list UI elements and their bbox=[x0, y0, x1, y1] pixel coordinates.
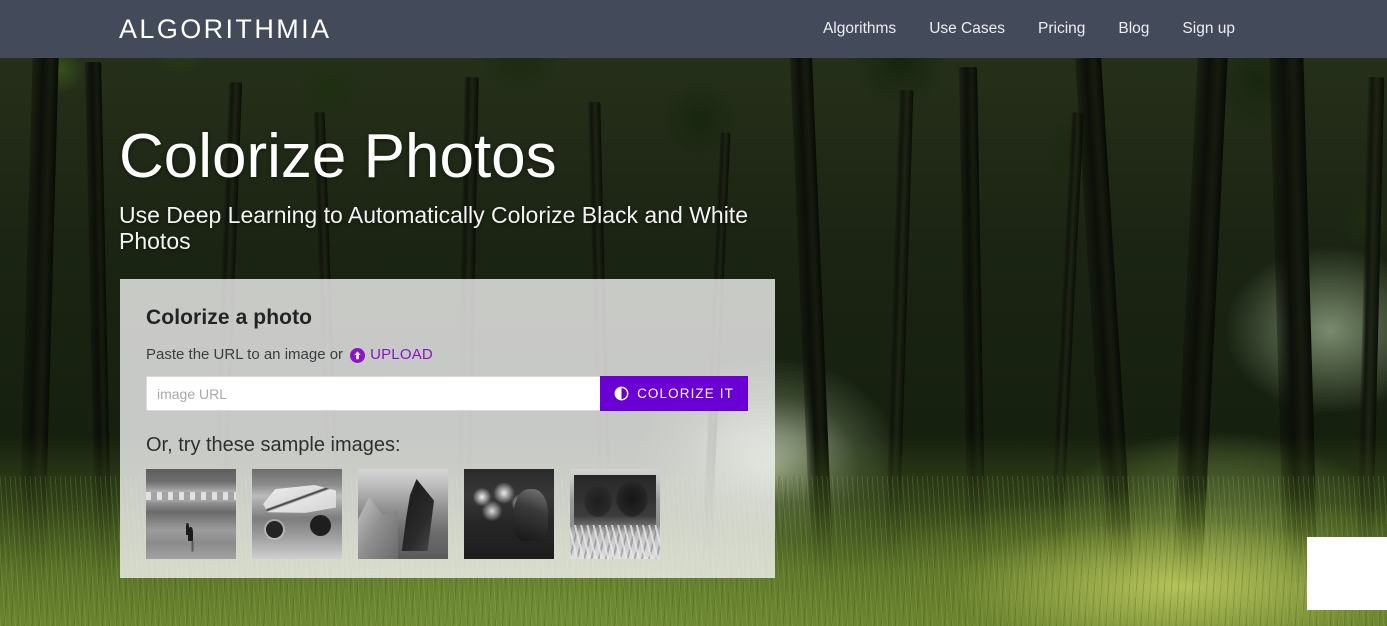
support-widget-placeholder[interactable] bbox=[1307, 537, 1387, 610]
upload-circle-icon bbox=[350, 347, 366, 363]
main-navigation: Algorithms Use Cases Pricing Blog Sign u… bbox=[823, 0, 1235, 58]
samples-title: Or, try these sample images: bbox=[146, 434, 401, 456]
upload-label: UPLOAD bbox=[370, 346, 433, 363]
page-subtitle: Use Deep Learning to Automatically Color… bbox=[119, 202, 748, 254]
nav-item-sign-up[interactable]: Sign up bbox=[1182, 19, 1235, 39]
site-header: ALGORITHMIA Algorithms Use Cases Pricing… bbox=[0, 0, 1387, 58]
sample-image-smoke-portrait[interactable] bbox=[464, 469, 554, 559]
sample-image-cows-in-grass[interactable] bbox=[570, 469, 660, 559]
nav-item-blog[interactable]: Blog bbox=[1118, 19, 1149, 39]
page-title: Colorize Photos bbox=[119, 122, 557, 191]
colorize-it-label: COLORIZE IT bbox=[637, 386, 734, 401]
card-title: Colorize a photo bbox=[146, 306, 313, 329]
sample-images-row bbox=[146, 469, 749, 559]
card-instruction-text: Paste the URL to an image or bbox=[146, 346, 344, 363]
contrast-circle-icon bbox=[614, 386, 629, 401]
page-root: ALGORITHMIA Algorithms Use Cases Pricing… bbox=[0, 0, 1387, 626]
image-url-input[interactable] bbox=[146, 376, 600, 411]
colorize-it-button[interactable]: COLORIZE IT bbox=[600, 376, 748, 411]
sample-image-bird-on-beach[interactable] bbox=[146, 469, 236, 559]
nav-item-use-cases[interactable]: Use Cases bbox=[929, 19, 1005, 39]
upload-button[interactable]: UPLOAD bbox=[350, 345, 433, 365]
colorize-card: Colorize a photo Paste the URL to an ima… bbox=[120, 279, 775, 578]
card-instruction-row: Paste the URL to an image or UPLOAD bbox=[146, 345, 749, 365]
nav-item-algorithms[interactable]: Algorithms bbox=[823, 19, 896, 39]
sample-image-mountain-peak[interactable] bbox=[358, 469, 448, 559]
url-input-row: COLORIZE IT bbox=[146, 376, 748, 411]
nav-item-pricing[interactable]: Pricing bbox=[1038, 19, 1085, 39]
hero-text-block: Colorize Photos Use Deep Learning to Aut… bbox=[119, 120, 819, 254]
algorithmia-logo[interactable]: ALGORITHMIA bbox=[119, 13, 331, 45]
sample-image-race-car[interactable] bbox=[252, 469, 342, 559]
